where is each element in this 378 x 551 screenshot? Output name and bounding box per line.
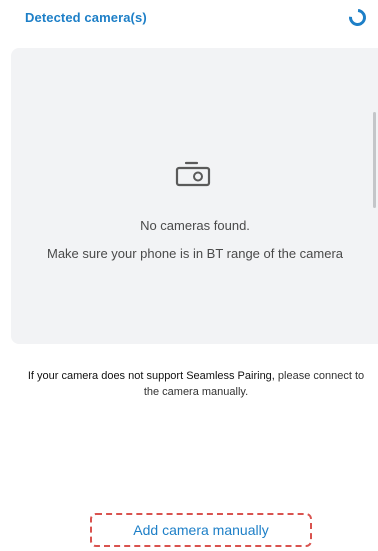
camera-icon — [175, 161, 211, 187]
no-cameras-title: No cameras found. — [140, 218, 250, 233]
scrollbar[interactable] — [373, 112, 376, 208]
camera-list-panel — [11, 48, 378, 344]
seamless-pairing-note: If your camera does not support Seamless… — [20, 368, 372, 400]
add-camera-manually-button[interactable]: Add camera manually — [90, 513, 312, 547]
pairing-note-lead: If your camera does not support Seamless… — [27, 370, 275, 382]
add-camera-manually-label: Add camera manually — [133, 522, 269, 538]
header-title: Detected camera(s) — [25, 10, 147, 25]
loading-spinner-icon — [345, 5, 370, 30]
header: Detected camera(s) — [0, 0, 378, 36]
bt-range-hint: Make sure your phone is in BT range of t… — [46, 246, 344, 261]
